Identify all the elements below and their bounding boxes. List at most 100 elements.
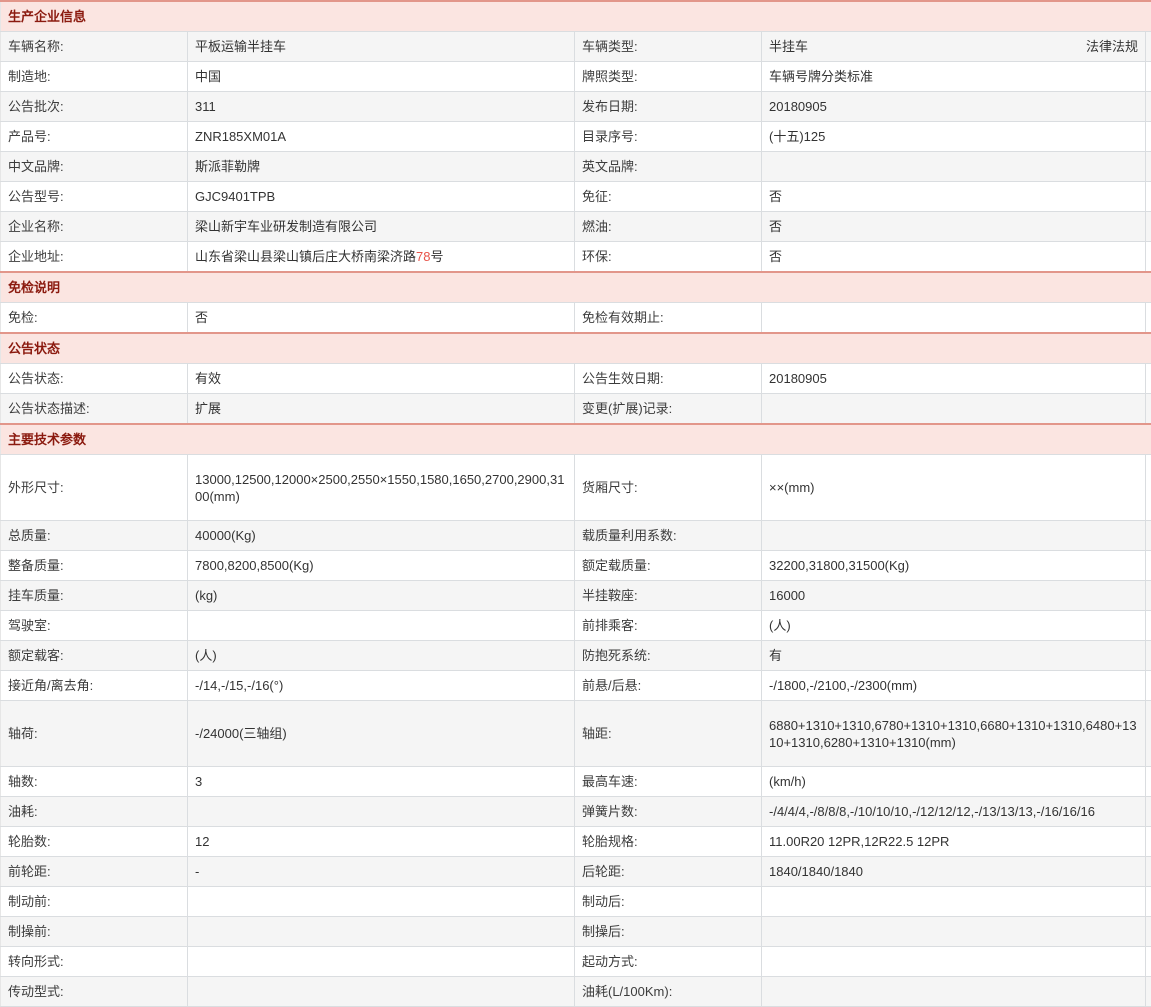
section-header-row: 免检说明: [1, 272, 1151, 303]
field-value: [188, 611, 575, 641]
table-edge-spacer: [1146, 122, 1151, 152]
field-label: 起动方式:: [575, 947, 762, 977]
laws-regulations-link[interactable]: 法律法规: [1086, 38, 1138, 55]
field-label: 制动后:: [575, 887, 762, 917]
field-value: [762, 521, 1146, 551]
field-value-text: 号: [430, 249, 443, 264]
field-label: 发布日期:: [575, 92, 762, 122]
field-value: (km/h): [762, 767, 1146, 797]
table-row: 制造地:中国牌照类型:车辆号牌分类标准: [1, 62, 1151, 92]
field-value: 40000(Kg): [188, 521, 575, 551]
field-label: 总质量:: [1, 521, 188, 551]
field-label: 前悬/后悬:: [575, 671, 762, 701]
field-value: 16000: [762, 581, 1146, 611]
table-row: 企业地址:山东省梁山县梁山镇后庄大桥南梁济路78号环保:否: [1, 242, 1151, 273]
field-value: 否: [762, 212, 1146, 242]
table-row: 公告状态描述:扩展变更(扩展)记录:: [1, 394, 1151, 425]
section-header-row: 公告状态: [1, 333, 1151, 364]
field-value: [762, 394, 1146, 425]
table-row: 轴数:3最高车速:(km/h): [1, 767, 1151, 797]
table-edge-spacer: [1146, 947, 1151, 977]
field-label: 车辆类型:: [575, 32, 762, 62]
field-label: 车辆名称:: [1, 32, 188, 62]
field-value: 12: [188, 827, 575, 857]
field-value: (kg): [188, 581, 575, 611]
field-value: 平板运输半挂车: [188, 32, 575, 62]
field-value: 11.00R20 12PR,12R22.5 12PR: [762, 827, 1146, 857]
table-row: 轮胎数:12轮胎规格:11.00R20 12PR,12R22.5 12PR: [1, 827, 1151, 857]
table-edge-spacer: [1146, 671, 1151, 701]
field-value: -/14,-/15,-/16(°): [188, 671, 575, 701]
field-label: 免征:: [575, 182, 762, 212]
table-edge-spacer: [1146, 977, 1151, 1007]
field-value: 梁山新宇车业研发制造有限公司: [188, 212, 575, 242]
field-value: [188, 797, 575, 827]
field-value: 车辆号牌分类标准: [762, 62, 1146, 92]
table-row: 公告状态:有效公告生效日期:20180905: [1, 364, 1151, 394]
field-label: 目录序号:: [575, 122, 762, 152]
field-label: 轴距:: [575, 701, 762, 767]
field-value: (十五)125: [762, 122, 1146, 152]
table-row: 中文品牌:斯派菲勒牌英文品牌:: [1, 152, 1151, 182]
section-title: 生产企业信息: [1, 1, 1151, 32]
field-label: 额定载质量:: [575, 551, 762, 581]
field-label: 防抱死系统:: [575, 641, 762, 671]
table-row: 整备质量:7800,8200,8500(Kg)额定载质量:32200,31800…: [1, 551, 1151, 581]
section-title: 免检说明: [1, 272, 1151, 303]
table-row: 免检:否免检有效期止:: [1, 303, 1151, 334]
field-label: 载质量利用系数:: [575, 521, 762, 551]
field-label: 轴数:: [1, 767, 188, 797]
table-edge-spacer: [1146, 152, 1151, 182]
field-value: 否: [188, 303, 575, 334]
table-row: 挂车质量:(kg)半挂鞍座:16000: [1, 581, 1151, 611]
table-edge-spacer: [1146, 394, 1151, 425]
field-label: 制操前:: [1, 917, 188, 947]
table-row: 公告批次:311发布日期:20180905: [1, 92, 1151, 122]
field-value: [762, 977, 1146, 1007]
table-row: 油耗:弹簧片数:-/4/4/4,-/8/8/8,-/10/10/10,-/12/…: [1, 797, 1151, 827]
field-label: 公告批次:: [1, 92, 188, 122]
field-label: 货厢尺寸:: [575, 455, 762, 521]
table-edge-spacer: [1146, 521, 1151, 551]
field-value: 7800,8200,8500(Kg): [188, 551, 575, 581]
field-label: 制造地:: [1, 62, 188, 92]
field-label: 牌照类型:: [575, 62, 762, 92]
field-label: 公告状态:: [1, 364, 188, 394]
field-value: 1840/1840/1840: [762, 857, 1146, 887]
table-edge-spacer: [1146, 242, 1151, 273]
field-value: 山东省梁山县梁山镇后庄大桥南梁济路78号: [188, 242, 575, 273]
table-edge-spacer: [1146, 62, 1151, 92]
field-label: 中文品牌:: [1, 152, 188, 182]
field-label: 免检:: [1, 303, 188, 334]
field-label: 半挂鞍座:: [575, 581, 762, 611]
table-row: 额定载客:(人)防抱死系统:有: [1, 641, 1151, 671]
field-label: 弹簧片数:: [575, 797, 762, 827]
field-value: 32200,31800,31500(Kg): [762, 551, 1146, 581]
field-label: 企业地址:: [1, 242, 188, 273]
field-value: 20180905: [762, 364, 1146, 394]
field-value: 3: [188, 767, 575, 797]
table-edge-spacer: [1146, 797, 1151, 827]
table-row: 驾驶室:前排乘客:(人): [1, 611, 1151, 641]
field-label: 挂车质量:: [1, 581, 188, 611]
table-edge-spacer: [1146, 182, 1151, 212]
field-value-text: 山东省梁山县梁山镇后庄大桥南梁济路: [195, 249, 416, 264]
field-value: ZNR185XM01A: [188, 122, 575, 152]
field-label: 公告型号:: [1, 182, 188, 212]
field-value: (人): [188, 641, 575, 671]
field-label: 轮胎规格:: [575, 827, 762, 857]
field-label: 驾驶室:: [1, 611, 188, 641]
table-edge-spacer: [1146, 611, 1151, 641]
field-value: [762, 917, 1146, 947]
field-value: -: [188, 857, 575, 887]
field-value: [188, 887, 575, 917]
field-label: 油耗:: [1, 797, 188, 827]
field-value: -/1800,-/2100,-/2300(mm): [762, 671, 1146, 701]
field-value: 法律法规半挂车: [762, 32, 1146, 62]
highlighted-text: 78: [416, 249, 430, 264]
field-label: 制动前:: [1, 887, 188, 917]
field-value: [188, 917, 575, 947]
field-label: 轴荷:: [1, 701, 188, 767]
section-title: 主要技术参数: [1, 424, 1151, 455]
field-label: 前排乘客:: [575, 611, 762, 641]
